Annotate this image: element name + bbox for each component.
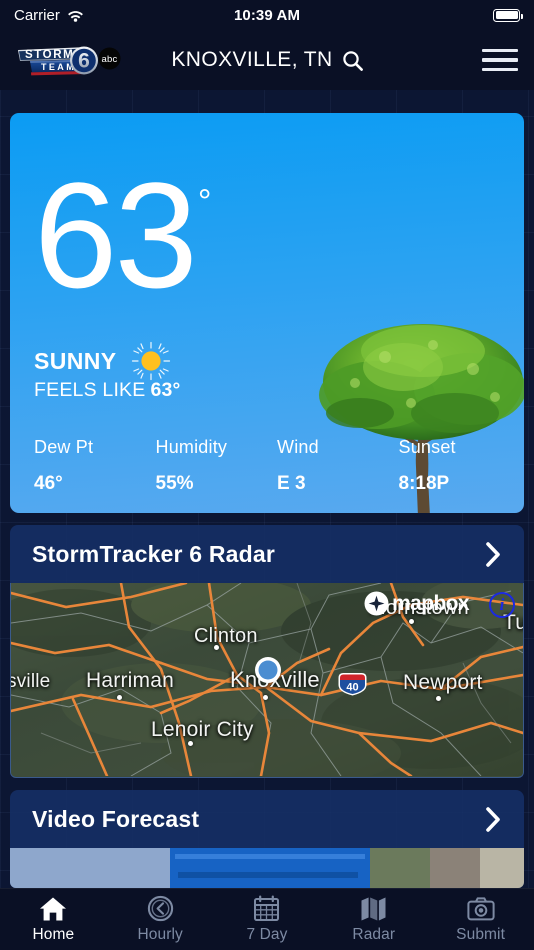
stat-label: Wind (277, 437, 319, 457)
status-bar-clock: 10:39 AM (233, 6, 301, 24)
map-city-label: Harriman (86, 669, 174, 692)
battery-full-icon (493, 8, 523, 22)
stat-sunset: Sunset 8:18P (389, 437, 511, 495)
clock-icon (147, 895, 174, 922)
stat-label: Humidity (155, 437, 228, 457)
info-icon[interactable]: i (489, 592, 515, 618)
stat-wind: Wind E 3 (267, 437, 389, 495)
map-fold-icon (360, 895, 387, 922)
temperature-value: 63 (34, 151, 198, 319)
tab-home[interactable]: Home (0, 889, 107, 950)
tab-label: Radar (352, 926, 396, 943)
map-city-dot (409, 619, 414, 624)
sunny-icon (131, 341, 171, 381)
map-city-label: sville (10, 671, 51, 692)
conditions-stats-row: Dew Pt 46° Humidity 55% Wind E 3 Sunset … (10, 437, 524, 495)
current-city-label[interactable]: KNOXVILLE, TN (171, 48, 332, 72)
video-forecast-title: Video Forecast (32, 805, 200, 832)
map-city-label: Newport (403, 671, 483, 694)
stat-label: Sunset (398, 437, 456, 457)
current-location-dot (254, 656, 282, 684)
search-icon[interactable] (342, 50, 363, 71)
mapbox-wordmark: mapbox (392, 591, 470, 615)
mapbox-logo-icon[interactable]: mapbox (364, 591, 470, 616)
bottom-tab-bar: Home Hourly 7 Day Radar Submit (0, 888, 534, 950)
stat-value: E 3 (277, 473, 306, 494)
app-header: STORM TEAM 6 abc KNOXVILLE, TN (0, 30, 534, 90)
video-forecast-header[interactable]: Video Forecast (10, 790, 524, 848)
map-city-dot (263, 695, 268, 700)
video-forecast-thumbnail[interactable] (10, 848, 524, 888)
current-conditions-card[interactable]: 63 ° SUNNY FEELS LIKE 63° Dew Pt 46° Hum… (10, 113, 524, 513)
tab-label: Home (32, 926, 75, 943)
condition-row: SUNNY (34, 341, 171, 381)
chevron-right-icon[interactable] (485, 541, 502, 568)
stat-value: 55% (155, 473, 194, 494)
tab-label: Submit (456, 926, 505, 943)
map-city-dot (188, 741, 193, 746)
highway-shield-40: 40 (337, 671, 368, 697)
hamburger-menu-icon[interactable] (482, 48, 518, 72)
temperature-display: 63 ° (34, 151, 212, 319)
stat-humidity: Humidity 55% (146, 437, 268, 495)
map-city-dot (214, 645, 219, 650)
feels-like-row: FEELS LIKE 63° (34, 379, 181, 402)
condition-label: SUNNY (34, 347, 117, 374)
video-forecast-section: Video Forecast (10, 790, 524, 888)
radar-map[interactable]: sville Harriman Clinton Knoxville Lenoir… (10, 583, 524, 778)
stat-value: 8:18P (398, 473, 450, 494)
tab-label: 7 Day (246, 926, 288, 943)
storm-team-6-abc-logo[interactable]: STORM TEAM 6 abc (16, 43, 128, 77)
main-scroll-area: 63 ° SUNNY FEELS LIKE 63° Dew Pt 46° Hum… (0, 113, 534, 888)
chevron-right-icon[interactable] (485, 806, 502, 833)
status-bar: Carrier 10:39 AM (0, 0, 534, 30)
stat-value: 46° (34, 473, 63, 494)
logo-storm-text: STORM (25, 49, 74, 61)
logo-abc-text: abc (102, 54, 118, 65)
tab-submit[interactable]: Submit (427, 889, 534, 950)
feels-like-label: FEELS LIKE (34, 379, 146, 401)
radar-section-header[interactable]: StormTracker 6 Radar (10, 525, 524, 583)
calendar-icon (253, 895, 280, 922)
map-city-label: Lenoir City (151, 718, 254, 741)
stat-dew-point: Dew Pt 46° (24, 437, 146, 495)
logo-channel-number: 6 (78, 50, 90, 73)
tab-label: Hourly (137, 926, 183, 943)
map-city-label: Clinton (194, 625, 258, 647)
degree-symbol: ° (197, 183, 212, 221)
map-city-dot (436, 696, 441, 701)
weather-app-screen: Carrier 10:39 AM STORM TEAM 6 abc KNOXVI… (0, 0, 534, 950)
highway-number: 40 (346, 682, 358, 694)
tab-hourly[interactable]: Hourly (107, 889, 214, 950)
stat-label: Dew Pt (34, 437, 94, 457)
camera-icon (466, 895, 495, 922)
radar-title: StormTracker 6 Radar (32, 540, 276, 567)
home-icon (39, 895, 67, 922)
feels-like-value: 63° (150, 379, 181, 401)
tab-radar[interactable]: Radar (320, 889, 427, 950)
map-city-dot (117, 695, 122, 700)
tab-7day[interactable]: 7 Day (214, 889, 321, 950)
status-bar-right (493, 8, 523, 22)
